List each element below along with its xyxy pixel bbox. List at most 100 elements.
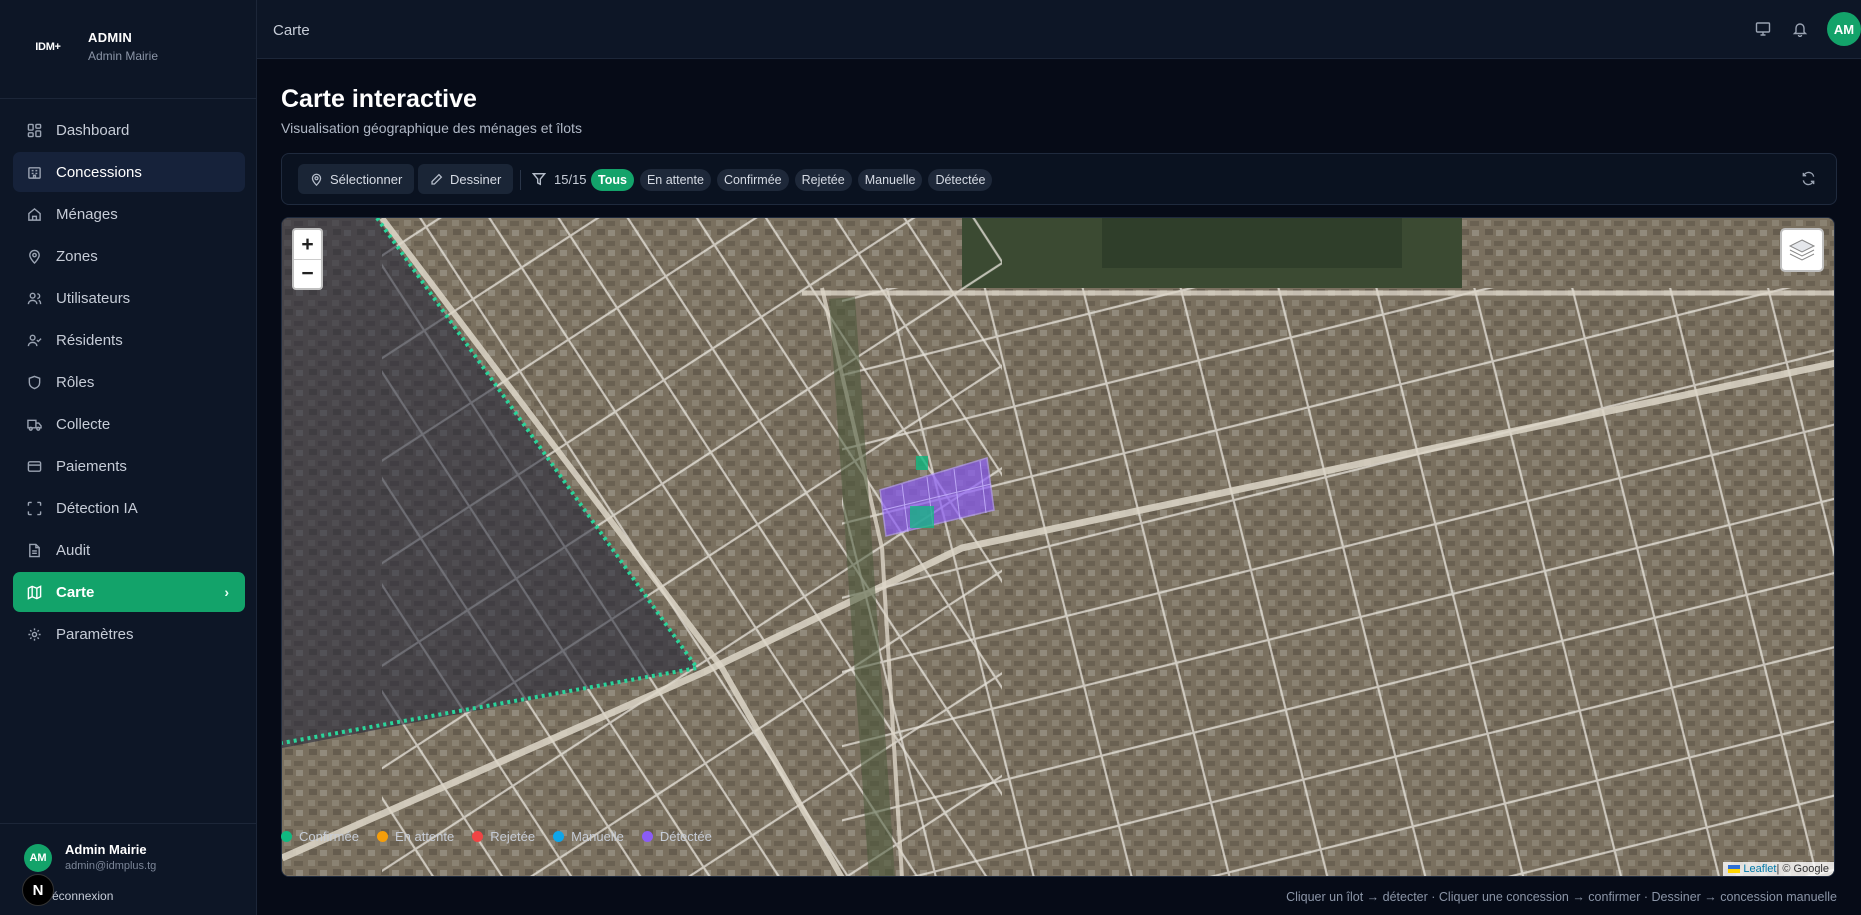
map-canvas[interactable]: + − Leaflet | © Google	[281, 217, 1835, 877]
divider	[0, 98, 256, 99]
chip-detectee[interactable]: Détectée	[928, 169, 993, 191]
sidebar-item-label: Zones	[56, 247, 98, 265]
attribution-text: | © Google	[1776, 863, 1829, 875]
page-title: Carte interactive	[281, 85, 477, 113]
pencil-icon	[430, 173, 443, 186]
legend-item: Détectée	[641, 829, 712, 844]
filter-icon	[532, 172, 546, 186]
sidebar-item-label: Détection IA	[56, 499, 138, 517]
building-icon	[26, 164, 42, 180]
sidebar-item-label: Paiements	[56, 457, 127, 475]
divider	[520, 170, 521, 190]
result-count: 15/15	[554, 172, 587, 187]
app-logo: IDM+	[35, 40, 61, 53]
file-text-icon	[26, 542, 42, 558]
chip-en-attente[interactable]: En attente	[639, 169, 711, 191]
sidebar-item-label: Résidents	[56, 331, 123, 349]
status-filter-chips: Tous En attente Confirmée Rejetée Manuel…	[591, 169, 998, 191]
monitor-icon[interactable]	[1753, 19, 1773, 39]
user-name: Admin Mairie	[65, 842, 147, 857]
chevron-right-icon: ›	[224, 584, 229, 600]
scan-icon	[26, 500, 42, 516]
sidebar-item-detection-ia[interactable]: Détection IA	[13, 488, 245, 528]
sidebar-nav: Dashboard Concessions Ménages Zones Util…	[13, 110, 245, 656]
zoom-in-button[interactable]: +	[294, 230, 321, 259]
sidebar-item-label: Ménages	[56, 205, 118, 223]
sidebar-item-carte[interactable]: Carte ›	[13, 572, 245, 612]
layers-icon[interactable]	[1780, 228, 1824, 272]
user-check-icon	[26, 332, 42, 348]
user-email: admin@idmplus.tg	[65, 860, 157, 872]
sidebar-item-menages[interactable]: Ménages	[13, 194, 245, 234]
draw-label: Dessiner	[450, 171, 502, 187]
legend-item: Manuelle	[553, 829, 624, 844]
legend-label: Détectée	[659, 829, 712, 844]
brand-subtitle: Admin Mairie	[88, 49, 159, 63]
legend-item: Confirmée	[281, 829, 359, 844]
brand: IDM+ ADMIN Admin Mairie	[24, 30, 158, 63]
sidebar-item-parametres[interactable]: Paramètres	[13, 614, 245, 654]
legend-dot	[641, 831, 653, 842]
sidebar-item-utilisateurs[interactable]: Utilisateurs	[13, 278, 245, 318]
map-legend: Confirmée En attente Rejetée Manuelle Dé…	[281, 829, 730, 844]
bell-icon[interactable]	[1790, 19, 1810, 39]
user-panel: AM Admin Mairie admin@idmplus.tg éconnex…	[0, 823, 256, 915]
avatar[interactable]: AM	[24, 844, 52, 872]
legend-dot	[472, 831, 484, 842]
map-pin-icon	[310, 173, 323, 186]
sidebar-item-concessions[interactable]: Concessions	[13, 152, 245, 192]
sidebar-item-audit[interactable]: Audit	[13, 530, 245, 570]
chip-confirmee[interactable]: Confirmée	[716, 169, 789, 191]
sidebar-item-label: Rôles	[56, 373, 95, 391]
sidebar-item-zones[interactable]: Zones	[13, 236, 245, 276]
sidebar-item-label: Utilisateurs	[56, 289, 131, 307]
zoom-out-button[interactable]: −	[294, 259, 321, 288]
legend-item: Rejetée	[472, 829, 535, 844]
legend-dot	[281, 831, 292, 842]
topbar: Carte AM	[257, 0, 1861, 59]
legend-label: En attente	[394, 829, 455, 844]
sidebar: IDM+ ADMIN Admin Mairie Dashboard Conces…	[0, 0, 257, 915]
shield-icon	[26, 374, 42, 390]
sidebar-item-paiements[interactable]: Paiements	[13, 446, 245, 486]
truck-icon	[26, 416, 42, 432]
legend-dot	[553, 831, 565, 842]
legend-label: Manuelle	[571, 829, 624, 844]
sidebar-item-label: Dashboard	[56, 121, 130, 139]
dev-badge[interactable]: N	[22, 874, 54, 906]
sidebar-item-label: Audit	[56, 541, 91, 559]
zoom-control: + −	[292, 228, 323, 290]
avatar[interactable]: AM	[1827, 12, 1861, 46]
logout-button[interactable]: éconnexion	[52, 889, 113, 903]
sidebar-item-dashboard[interactable]: Dashboard	[13, 110, 245, 150]
map-toolbar: Sélectionner Dessiner 15/15 Tous En atte…	[281, 153, 1837, 205]
sidebar-item-collecte[interactable]: Collecte	[13, 404, 245, 444]
page-subtitle: Visualisation géographique des ménages e…	[281, 120, 582, 136]
map-pin-icon	[26, 248, 42, 264]
refresh-icon[interactable]	[1801, 171, 1816, 186]
legend-item: En attente	[376, 829, 455, 844]
leaflet-link[interactable]: Leaflet	[1743, 863, 1776, 875]
ukraine-flag-icon	[1728, 865, 1741, 873]
sidebar-item-label: Paramètres	[56, 625, 134, 643]
select-button[interactable]: Sélectionner	[298, 164, 415, 194]
sidebar-item-label: Carte	[56, 583, 95, 601]
select-label: Sélectionner	[330, 171, 403, 187]
sidebar-item-label: Concessions	[56, 163, 142, 181]
sidebar-item-roles[interactable]: Rôles	[13, 362, 245, 402]
dashboard-icon	[26, 122, 42, 138]
satellite-imagery	[282, 218, 1834, 876]
chip-rejetee[interactable]: Rejetée	[794, 169, 852, 191]
sidebar-item-residents[interactable]: Résidents	[13, 320, 245, 360]
users-icon	[26, 290, 42, 306]
gear-icon	[26, 626, 42, 642]
map-icon	[26, 584, 42, 600]
chip-manuelle[interactable]: Manuelle	[857, 169, 923, 191]
map-attribution: Leaflet | © Google	[1723, 862, 1834, 876]
chip-tous[interactable]: Tous	[591, 169, 634, 191]
draw-button[interactable]: Dessiner	[418, 164, 514, 194]
legend-dot	[376, 831, 388, 842]
credit-card-icon	[26, 458, 42, 474]
map-usage-hint: Cliquer un îlot → détecter · Cliquer une…	[1286, 890, 1837, 904]
legend-label: Confirmée	[299, 829, 359, 844]
